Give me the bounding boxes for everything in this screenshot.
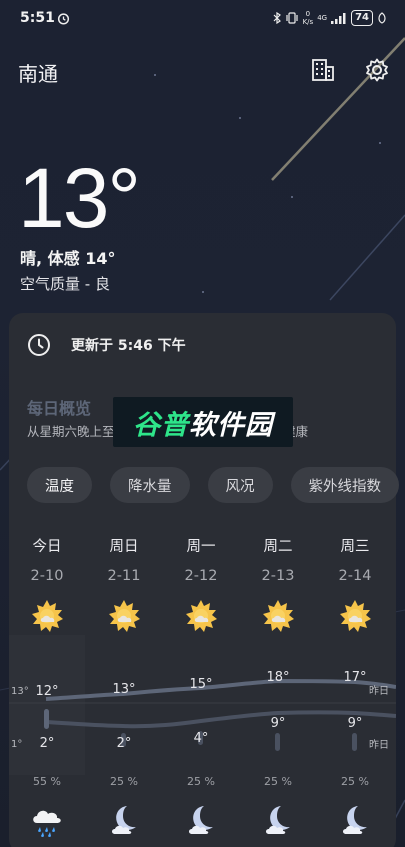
bluetooth-icon	[273, 12, 281, 24]
day-date: 2-14	[338, 568, 372, 584]
day-name: 周日	[109, 539, 139, 555]
status-icons: 0 K/s 4G 74	[273, 10, 387, 26]
updated-time: 更新于 5:46 下午	[71, 338, 186, 354]
day-column[interactable]: 周三 2-14	[325, 535, 385, 634]
day-date: 2-13	[261, 568, 295, 584]
watermark-text-green: 谷普	[133, 409, 189, 441]
tab-wind[interactable]: 风况	[207, 467, 273, 503]
sun-cloud-icon	[32, 600, 63, 632]
current-temperature: 13°	[18, 151, 141, 245]
precip-chance: 25 %	[341, 775, 369, 788]
building-icon[interactable]	[311, 58, 335, 82]
low-temp-label: 4°	[194, 731, 209, 746]
forecast-card: 更新于 5:46 下午 每日概览 从星期六晚上至 健康 谷普 软件园 温度 降水…	[9, 313, 399, 847]
precip-chance: 25 %	[187, 775, 215, 788]
moon-cloud-icon	[343, 806, 367, 834]
alarm-icon	[57, 13, 70, 25]
updated-row: 更新于 5:46 下午	[27, 333, 186, 357]
watermark-text-white: 软件园	[189, 409, 273, 441]
leaf-icon	[378, 12, 386, 24]
day-name: 周二	[263, 539, 293, 555]
high-temp-label: 18°	[266, 670, 289, 685]
daily-overview-title: 每日概览	[27, 399, 92, 418]
high-temp-label: 12°	[35, 684, 58, 699]
sun-cloud-icon	[263, 600, 294, 632]
yesterday-label-high: 昨日	[369, 685, 389, 697]
sun-cloud-icon	[109, 600, 140, 632]
day-date: 2-12	[184, 568, 218, 584]
battery-indicator: 74	[351, 10, 373, 26]
status-time: 5:51	[20, 10, 55, 26]
day-column[interactable]: 周日 2-11	[94, 535, 154, 634]
precip-chance: 55 %	[33, 775, 61, 788]
day-column[interactable]: 今日 2-10	[17, 535, 77, 634]
day-range-bar	[44, 709, 49, 729]
low-temp-label: 9°	[271, 716, 286, 731]
yesterday-high-axis: 13°	[11, 686, 29, 697]
signal-icon	[331, 12, 346, 24]
air-quality[interactable]: 空气质量 - 良	[20, 273, 110, 294]
tab-uv-index[interactable]: 紫外线指数	[290, 467, 399, 503]
low-temp-label: 9°	[348, 716, 363, 731]
watermark-logo: 谷普 软件园	[113, 397, 293, 447]
precip-chance: 25 %	[110, 775, 138, 788]
yesterday-low-axis: 1°	[11, 739, 22, 750]
sun-cloud-icon	[186, 600, 217, 632]
city-name[interactable]: 南通	[18, 58, 58, 87]
weather-description: 晴, 体感 14°	[20, 249, 116, 268]
cloud-rain-icon	[33, 810, 61, 838]
network-speed: 0 K/s	[302, 10, 314, 26]
yesterday-label-low: 昨日	[369, 739, 389, 751]
moon-cloud-icon	[112, 806, 136, 834]
day-name: 周一	[186, 539, 216, 555]
day-date: 2-11	[107, 568, 141, 584]
precip-chance: 25 %	[264, 775, 292, 788]
day-name: 今日	[32, 539, 62, 555]
high-temp-label: 13°	[112, 682, 135, 697]
sun-cloud-icon	[340, 600, 371, 632]
day-column[interactable]: 周二 2-13	[248, 535, 308, 634]
day-column[interactable]: 周一 2-12	[171, 535, 231, 634]
moon-cloud-icon	[266, 806, 290, 834]
high-temp-label: 17°	[343, 670, 366, 685]
low-temperature-line	[45, 710, 396, 729]
day-range-bar	[275, 733, 280, 751]
network-type: 4G	[317, 14, 328, 22]
day-range-bar	[352, 733, 357, 751]
day-name: 周三	[340, 539, 370, 555]
gear-icon[interactable]	[364, 57, 390, 83]
status-bar: 5:51 0 K/s 4G 74	[0, 0, 405, 36]
clock-icon	[28, 334, 50, 356]
low-temp-label: 2°	[40, 736, 55, 751]
vibrate-icon	[285, 12, 298, 24]
high-temp-label: 15°	[189, 677, 212, 692]
tab-precipitation[interactable]: 降水量	[110, 467, 190, 503]
moon-cloud-icon	[189, 806, 213, 834]
tab-temperature[interactable]: 温度	[27, 467, 92, 503]
low-temp-label: 2°	[117, 736, 132, 751]
day-date: 2-10	[30, 568, 64, 584]
temperature-chart: 13° 1° 12° 13° 15° 18° 17° 2° 2° 4° 9° 9…	[9, 670, 396, 751]
metric-tabs: 温度 降水量 风况 紫外线指数	[27, 467, 399, 503]
